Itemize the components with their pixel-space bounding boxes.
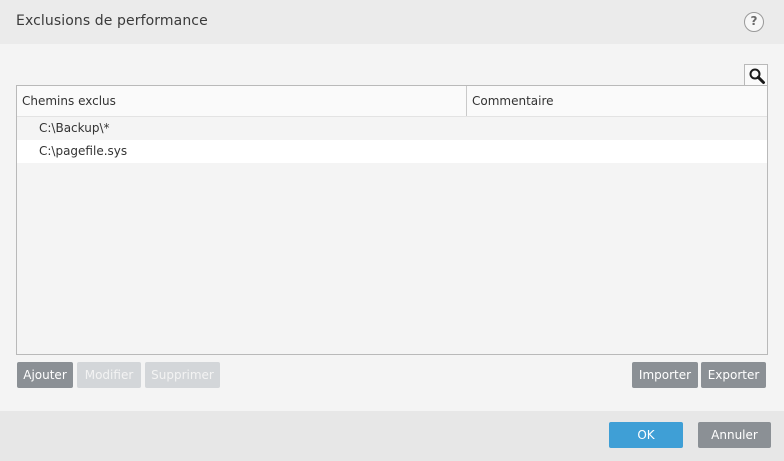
add-button[interactable]: Ajouter (17, 362, 73, 388)
cancel-button[interactable]: Annuler (698, 422, 771, 448)
export-button[interactable]: Exporter (701, 362, 766, 388)
exclusions-table: Chemins exclus Commentaire C:\Backup\* C… (16, 85, 768, 355)
delete-button[interactable]: Supprimer (145, 362, 220, 388)
path-cell: C:\pagefile.sys (39, 144, 128, 158)
dialog-title: Exclusions de performance (16, 13, 208, 29)
help-button[interactable]: ? (744, 12, 764, 32)
search-button[interactable] (744, 64, 768, 86)
column-header-excluded-paths[interactable]: Chemins exclus (17, 86, 467, 116)
table-row[interactable]: C:\pagefile.sys (17, 140, 767, 163)
path-cell: C:\Backup\* (39, 121, 110, 135)
dialog-header: Exclusions de performance ? (0, 0, 784, 44)
edit-button[interactable]: Modifier (77, 362, 141, 388)
import-button[interactable]: Importer (632, 362, 698, 388)
column-header-comment[interactable]: Commentaire (467, 86, 767, 116)
table-header: Chemins exclus Commentaire (17, 86, 767, 117)
search-icon (749, 68, 765, 84)
table-row[interactable]: C:\Backup\* (17, 117, 767, 140)
ok-button[interactable]: OK (609, 422, 683, 448)
